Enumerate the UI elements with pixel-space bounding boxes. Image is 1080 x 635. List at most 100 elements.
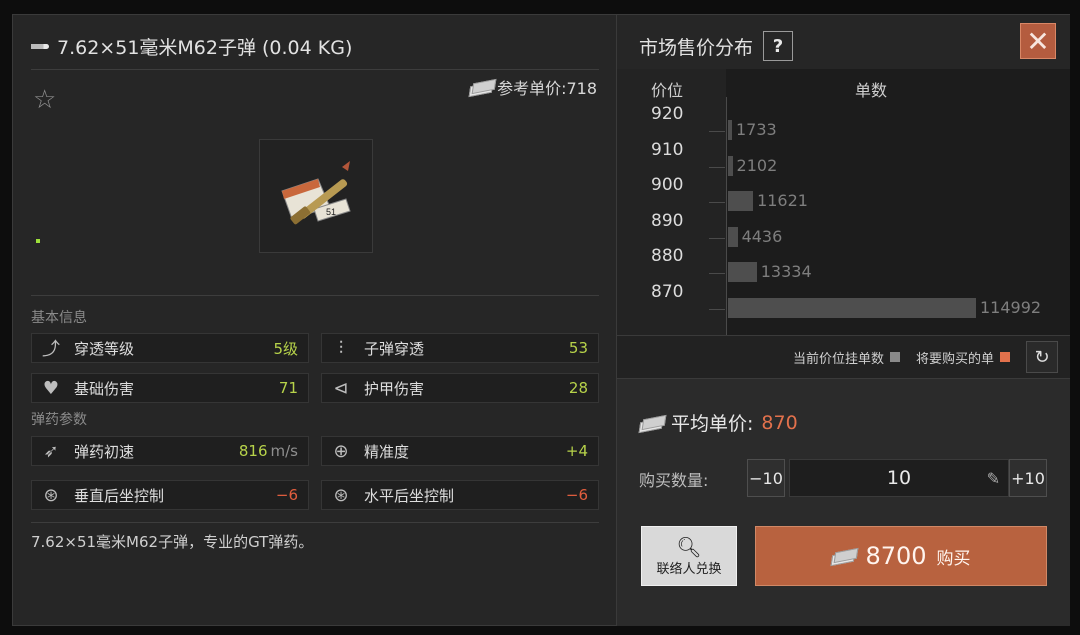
- money-icon: [831, 549, 855, 563]
- reference-price: 参考单价:718: [469, 75, 597, 99]
- price-tick-label: 870: [651, 281, 684, 302]
- legend-swatch: [889, 352, 900, 362]
- item-info-panel: 7.62×51毫米M62子弹 (0.04 KG) ☆ 参考单价:718 51 基…: [13, 15, 615, 625]
- count-bar-label: 4436: [741, 226, 783, 246]
- favorite-star-icon[interactable]: ☆: [33, 85, 56, 115]
- price-tick-label: 900: [651, 175, 684, 195]
- stat-label: 垂直后坐控制: [74, 486, 165, 505]
- market-panel: 市场售价分布 ? ✕ 价位 单数 920 1733 910 2102 900 11621 8…: [616, 15, 1070, 626]
- legend-current-orders: 当前价位挂单数: [793, 348, 900, 367]
- count-bar: [728, 155, 733, 176]
- buy-total: 8700: [865, 542, 927, 570]
- pencil-icon: ✎: [986, 469, 1000, 488]
- market-title: 市场售价分布: [639, 36, 754, 59]
- stat-label: 水平后坐控制: [364, 486, 455, 505]
- count-bar: [728, 120, 732, 140]
- stat-penetration-level: ⤴ 穿透等级 5级: [31, 333, 309, 363]
- price-tick-label: 890: [651, 210, 684, 231]
- divider: [31, 295, 599, 296]
- stat-accuracy: ⊕ 精准度 +4: [321, 436, 599, 466]
- count-bar: [728, 297, 976, 318]
- bullet-icon: [31, 43, 49, 49]
- refresh-icon: ↻: [1034, 346, 1050, 368]
- stat-value: 71: [278, 379, 298, 397]
- stat-value: 53: [568, 339, 588, 357]
- help-icon[interactable]: ?: [763, 31, 794, 61]
- market-dialog: 7.62×51毫米M62子弹 (0.04 KG) ☆ 参考单价:718 51 基…: [12, 14, 1070, 626]
- stat-value: −6: [275, 486, 298, 504]
- average-price: 平均单价: 870: [639, 409, 798, 436]
- quantity-label: 购买数量:: [639, 471, 709, 490]
- item-image: 51: [259, 139, 373, 253]
- price-column-header: 价位: [651, 81, 684, 100]
- money-icon: [469, 80, 493, 94]
- reference-price-label: 参考单价:718: [497, 79, 597, 98]
- horizontal-recoil-icon: ⊛: [333, 484, 349, 506]
- count-bar: [728, 262, 757, 282]
- stat-value: 816: [238, 442, 268, 460]
- quantity-plus-button[interactable]: +10: [1009, 459, 1047, 497]
- count-bar-label: 11621: [757, 191, 808, 210]
- contact-exchange-button[interactable]: 🔍︎ 联络人兑换: [641, 526, 737, 586]
- average-price-value: 870: [761, 411, 798, 434]
- stat-label: 精准度: [364, 442, 410, 461]
- divider: [31, 522, 599, 523]
- stat-value: 5级: [273, 339, 298, 358]
- ammo-box-icon: 51: [281, 161, 351, 225]
- legend-buy-orders: 将要购买的单: [916, 348, 1010, 367]
- count-column-header: 单数: [855, 81, 888, 100]
- search-icon: 🔍︎: [676, 534, 702, 559]
- penetration-level-icon: ⤴: [42, 339, 60, 360]
- count-bar-label: 13334: [760, 262, 812, 281]
- close-icon: ✕: [1026, 24, 1050, 58]
- item-description: 7.62×51毫米M62子弹，专业的GT弹药。: [31, 533, 314, 551]
- stat-label: 子弹穿透: [364, 339, 425, 358]
- section-basic-info: 基本信息: [31, 310, 87, 326]
- stat-label: 弹药初速: [74, 442, 135, 461]
- refresh-button[interactable]: ↻: [1026, 341, 1058, 373]
- market-title-row: 市场售价分布 ?: [639, 31, 794, 61]
- armor-damage-icon: ⊲: [333, 377, 349, 399]
- broken-heart-icon: ♥: [42, 377, 60, 399]
- quantity-minus-button[interactable]: −10: [747, 459, 785, 497]
- money-icon: [639, 416, 663, 430]
- legend-label: 将要购买的单: [915, 351, 994, 367]
- tick-mark: [709, 202, 725, 203]
- item-title-row: 7.62×51毫米M62子弹 (0.04 KG): [31, 31, 352, 61]
- stat-value: 28: [568, 379, 588, 397]
- price-tick-label: 920: [651, 104, 684, 124]
- tick-mark: [709, 166, 725, 168]
- average-price-label: 平均单价:: [671, 413, 754, 435]
- item-title: 7.62×51毫米M62子弹 (0.04 KG): [57, 36, 353, 59]
- stat-value: −6: [565, 486, 588, 504]
- tick-mark: [709, 273, 725, 274]
- stat-label: 穿透等级: [74, 339, 135, 358]
- price-tick-label: 880: [651, 246, 684, 266]
- stat-muzzle-velocity: ➶ 弹药初速 816 m/s: [31, 436, 309, 466]
- close-button[interactable]: ✕: [1020, 23, 1056, 59]
- price-distribution-chart: 价位 单数 920 1733 910 2102 900 11621 890 4436 880 13…: [617, 69, 1070, 335]
- muzzle-velocity-icon: ➶: [43, 440, 59, 462]
- count-bar: [728, 226, 738, 247]
- stat-label: 护甲伤害: [364, 379, 425, 398]
- status-dot: [36, 239, 40, 243]
- price-tick-label: 910: [651, 139, 684, 160]
- stat-horizontal-recoil: ⊛ 水平后坐控制 −6: [321, 480, 599, 510]
- stat-armor-damage: ⊲ 护甲伤害 28: [321, 373, 599, 403]
- tick-mark: [709, 237, 725, 239]
- chart-axis: [726, 97, 727, 335]
- buy-button[interactable]: 8700 购买: [755, 526, 1047, 586]
- stat-unit: m/s: [270, 442, 298, 460]
- count-bar: [728, 191, 754, 211]
- bullet-penetration-icon: ⫶: [338, 337, 344, 359]
- count-bar-label: 2102: [736, 155, 778, 175]
- stat-base-damage: ♥ 基础伤害 71: [31, 373, 309, 403]
- section-ammo-params: 弹药参数: [31, 412, 87, 428]
- chart-legend: 当前价位挂单数 将要购买的单 ↻: [617, 335, 1070, 378]
- quantity-input[interactable]: 10 ✎: [789, 459, 1009, 497]
- tick-mark: [709, 131, 725, 132]
- stat-vertical-recoil: ⊛ 垂直后坐控制 −6: [31, 480, 309, 510]
- legend-label: 当前价位挂单数: [792, 351, 884, 367]
- buy-label: 购买: [936, 548, 971, 569]
- count-bar-label: 1733: [736, 120, 777, 139]
